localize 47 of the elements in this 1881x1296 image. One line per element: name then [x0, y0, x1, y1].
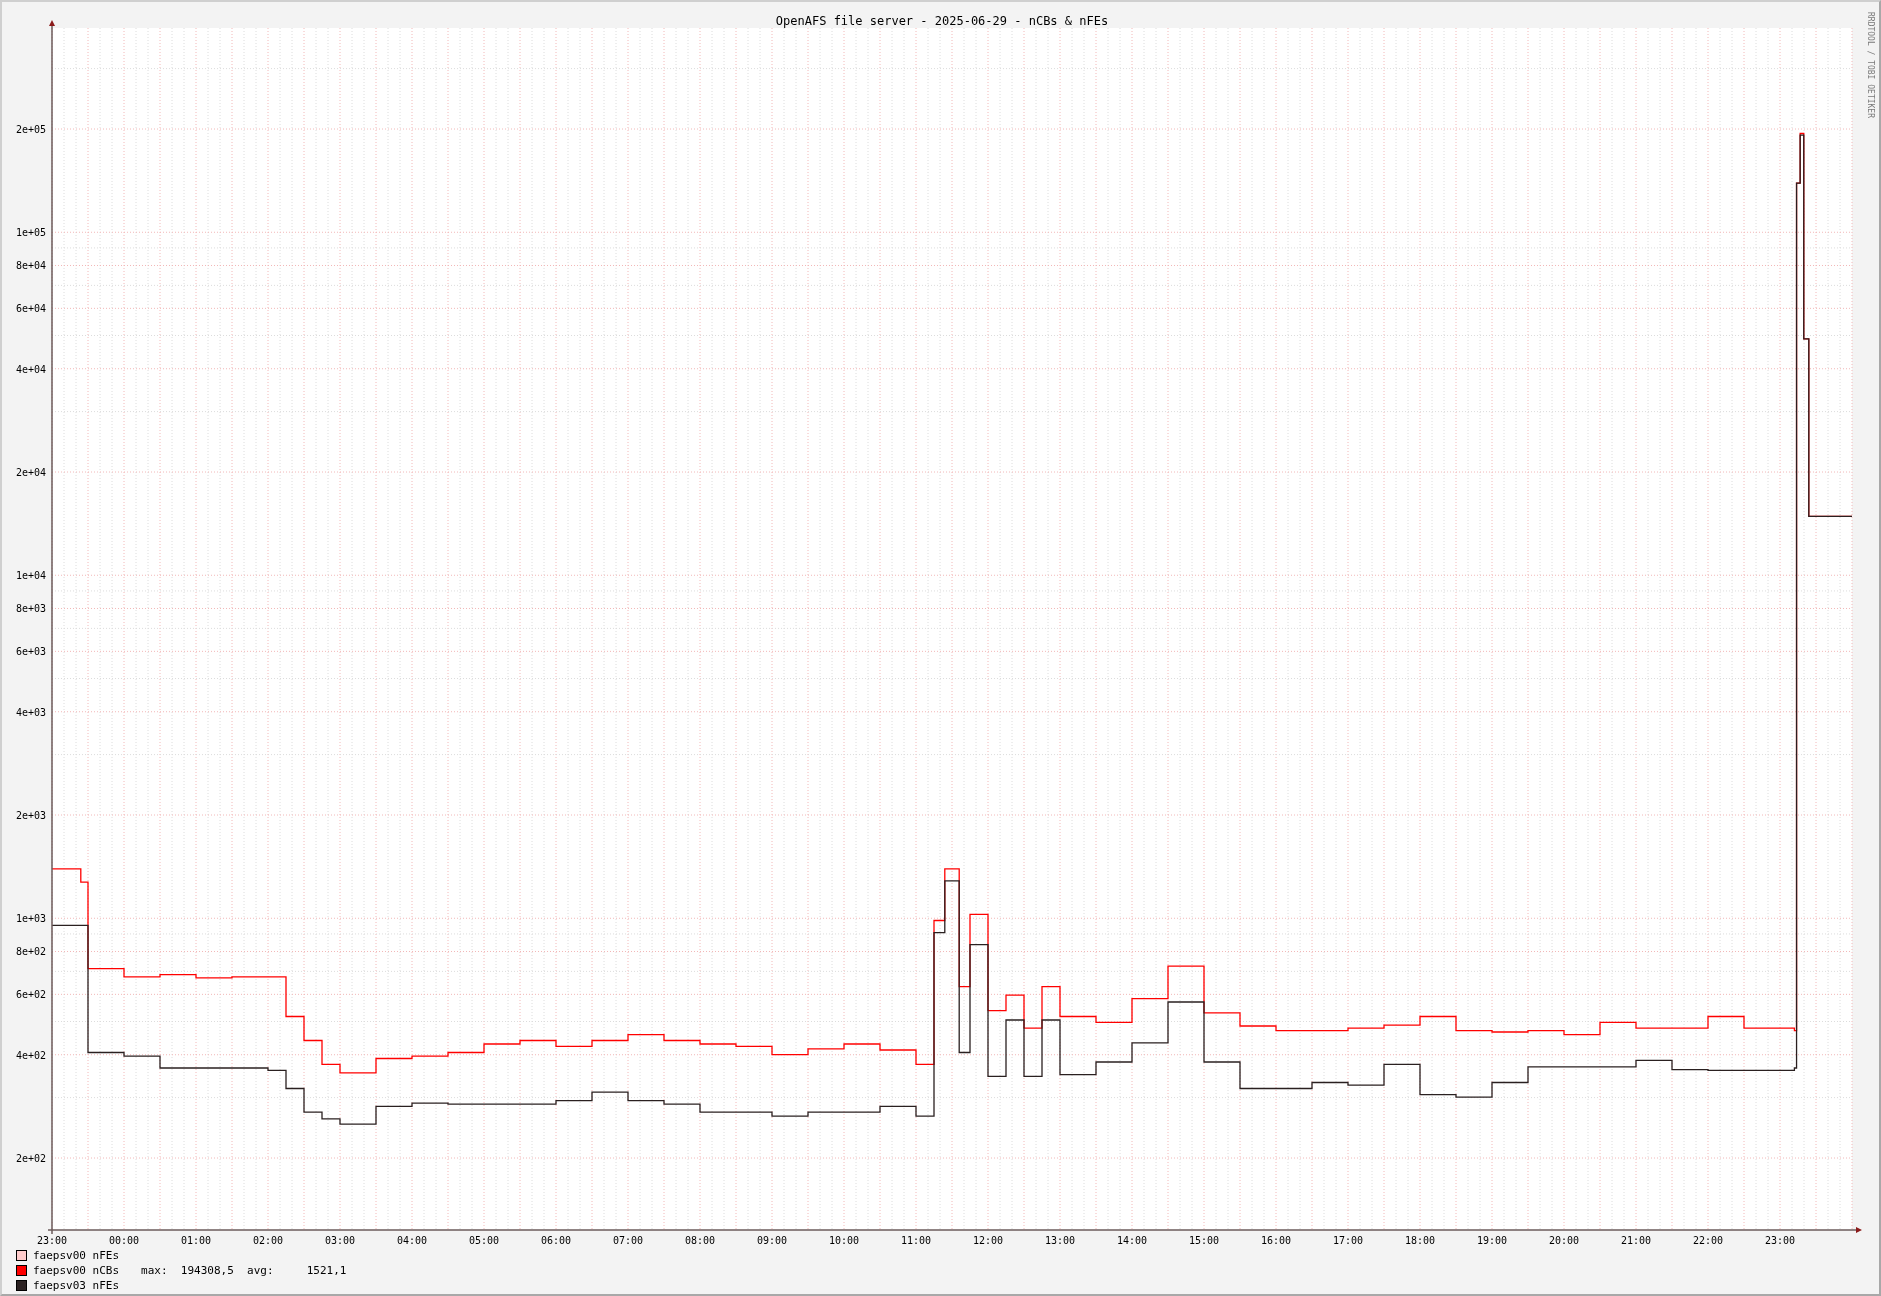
x-tick-label: 05:00: [468, 1235, 500, 1246]
x-tick-label: 17:00: [1332, 1235, 1364, 1246]
x-tick-label: 20:00: [1548, 1235, 1580, 1246]
x-tick-label: 13:00: [1044, 1235, 1076, 1246]
y-tick-label: 1e+03: [15, 913, 46, 925]
x-tick-label: 09:00: [756, 1235, 788, 1246]
x-tick-label: 11:00: [900, 1235, 932, 1246]
y-tick-label: 6e+04: [15, 303, 46, 315]
x-tick-label: 03:00: [324, 1235, 356, 1246]
chart-title: OpenAFS file server - 2025-06-29 - nCBs & nFEs: [775, 14, 1109, 28]
y-tick-label: 6e+02: [15, 989, 46, 1001]
y-tick-label: 8e+02: [15, 946, 46, 958]
y-tick-label: 2e+03: [15, 810, 46, 821]
y-tick-label: 2e+05: [15, 124, 46, 135]
x-tick-label: 15:00: [1188, 1235, 1220, 1246]
x-tick-label: 08:00: [684, 1235, 716, 1246]
y-tick-label: 4e+04: [15, 363, 46, 375]
legend-label: faepsv00 nCBs: [33, 1263, 120, 1277]
credit-text: RRDTOOL / TOBI OETIKER: [1866, 12, 1875, 118]
x-tick-label: 07:00: [612, 1235, 644, 1246]
x-tick-label: 22:00: [1692, 1235, 1724, 1246]
legend-label: faepsv03 nFEs: [33, 1278, 120, 1292]
x-tick-label: 10:00: [828, 1235, 860, 1246]
x-tick-label: 01:00: [180, 1235, 212, 1246]
y-tick-label: 8e+04: [15, 260, 46, 272]
x-tick-label: 02:00: [252, 1235, 284, 1246]
x-tick-label: 23:00: [1764, 1235, 1796, 1246]
x-tick-label: 18:00: [1404, 1235, 1436, 1246]
y-tick-label: 2e+02: [15, 1153, 46, 1164]
y-tick-label: 1e+04: [15, 570, 46, 582]
x-tick-label: 14:00: [1116, 1235, 1148, 1246]
x-tick-label: 21:00: [1620, 1235, 1652, 1246]
x-tick-label: 16:00: [1260, 1235, 1292, 1246]
x-tick-label: 06:00: [540, 1235, 572, 1246]
x-tick-label: 12:00: [972, 1235, 1004, 1246]
legend-stats: max: 194308,5 avg: 1521,1: [141, 1263, 347, 1277]
y-tick-label: 1e+05: [15, 227, 46, 239]
legend-label: faepsv00 nFEs: [33, 1248, 120, 1262]
y-tick-label: 4e+03: [15, 706, 46, 718]
y-tick-label: 2e+04: [15, 467, 46, 478]
x-tick-label: 00:00: [108, 1235, 140, 1246]
x-tick-label: 19:00: [1476, 1235, 1508, 1246]
x-tick-label: 04:00: [396, 1235, 428, 1246]
y-tick-label: 4e+02: [15, 1049, 46, 1061]
y-tick-label: 6e+03: [15, 646, 46, 658]
x-tick-label: 23:00: [36, 1235, 68, 1246]
y-tick-label: 8e+03: [15, 603, 46, 615]
